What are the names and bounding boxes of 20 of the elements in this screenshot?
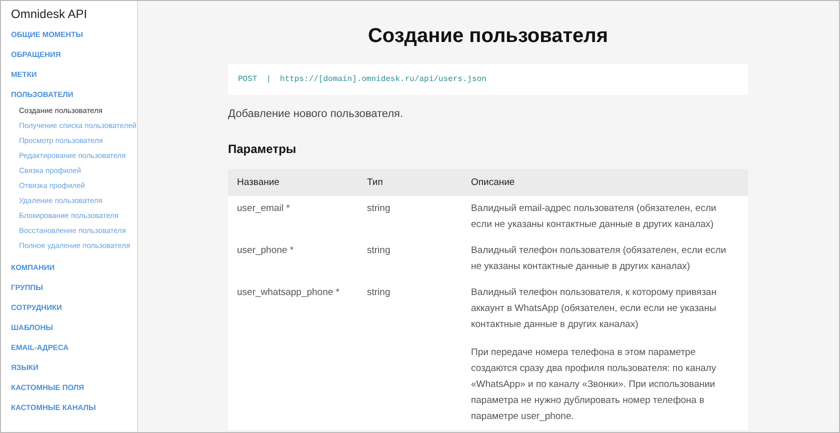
column-header: Тип (358, 169, 462, 196)
http-method: POST (238, 75, 258, 84)
table-cell: string (358, 196, 462, 238)
column-header: Название (228, 169, 358, 196)
table-cell: user_whatsapp_phone * (228, 280, 358, 430)
description-paragraph: Валидный email-адрес пользователя (обязателен, если если не указаны контактные данные в других каналах) (471, 202, 718, 232)
description-paragraph: При передаче номера телефона в этом параметре создаются сразу два профиля пользователя: по каналу «WhatsApp» и по каналу «Звонки». При использовании параметра не нужно дублировать номер телефона в параметре user_phone. (471, 346, 718, 424)
table-cell: string (358, 238, 462, 280)
separator: | (266, 75, 272, 84)
description-paragraph: Валидный телефон пользователя (обязателен, если если не указаны контактные данные в других каналах) (471, 244, 728, 274)
page-description: Добавление нового пользователя. (228, 108, 404, 120)
table-cell: string (358, 280, 462, 430)
section-heading: Параметры (228, 142, 298, 156)
column-header: Описание (462, 169, 748, 196)
app-title: Omnidesk API (11, 7, 88, 21)
endpoint-url: https://[domain].omnidesk.ru/api/users.json (280, 75, 486, 84)
table-cell: user_phone * (228, 238, 358, 280)
description-paragraph: Валидный телефон пользователя, к которому привязан аккаунт в WhatsApp (обязателен, если если не указаны контактные данные в других каналах) (471, 286, 718, 332)
table-cell: user_email * (228, 196, 358, 238)
page-title: Создание пользователя (366, 25, 610, 48)
